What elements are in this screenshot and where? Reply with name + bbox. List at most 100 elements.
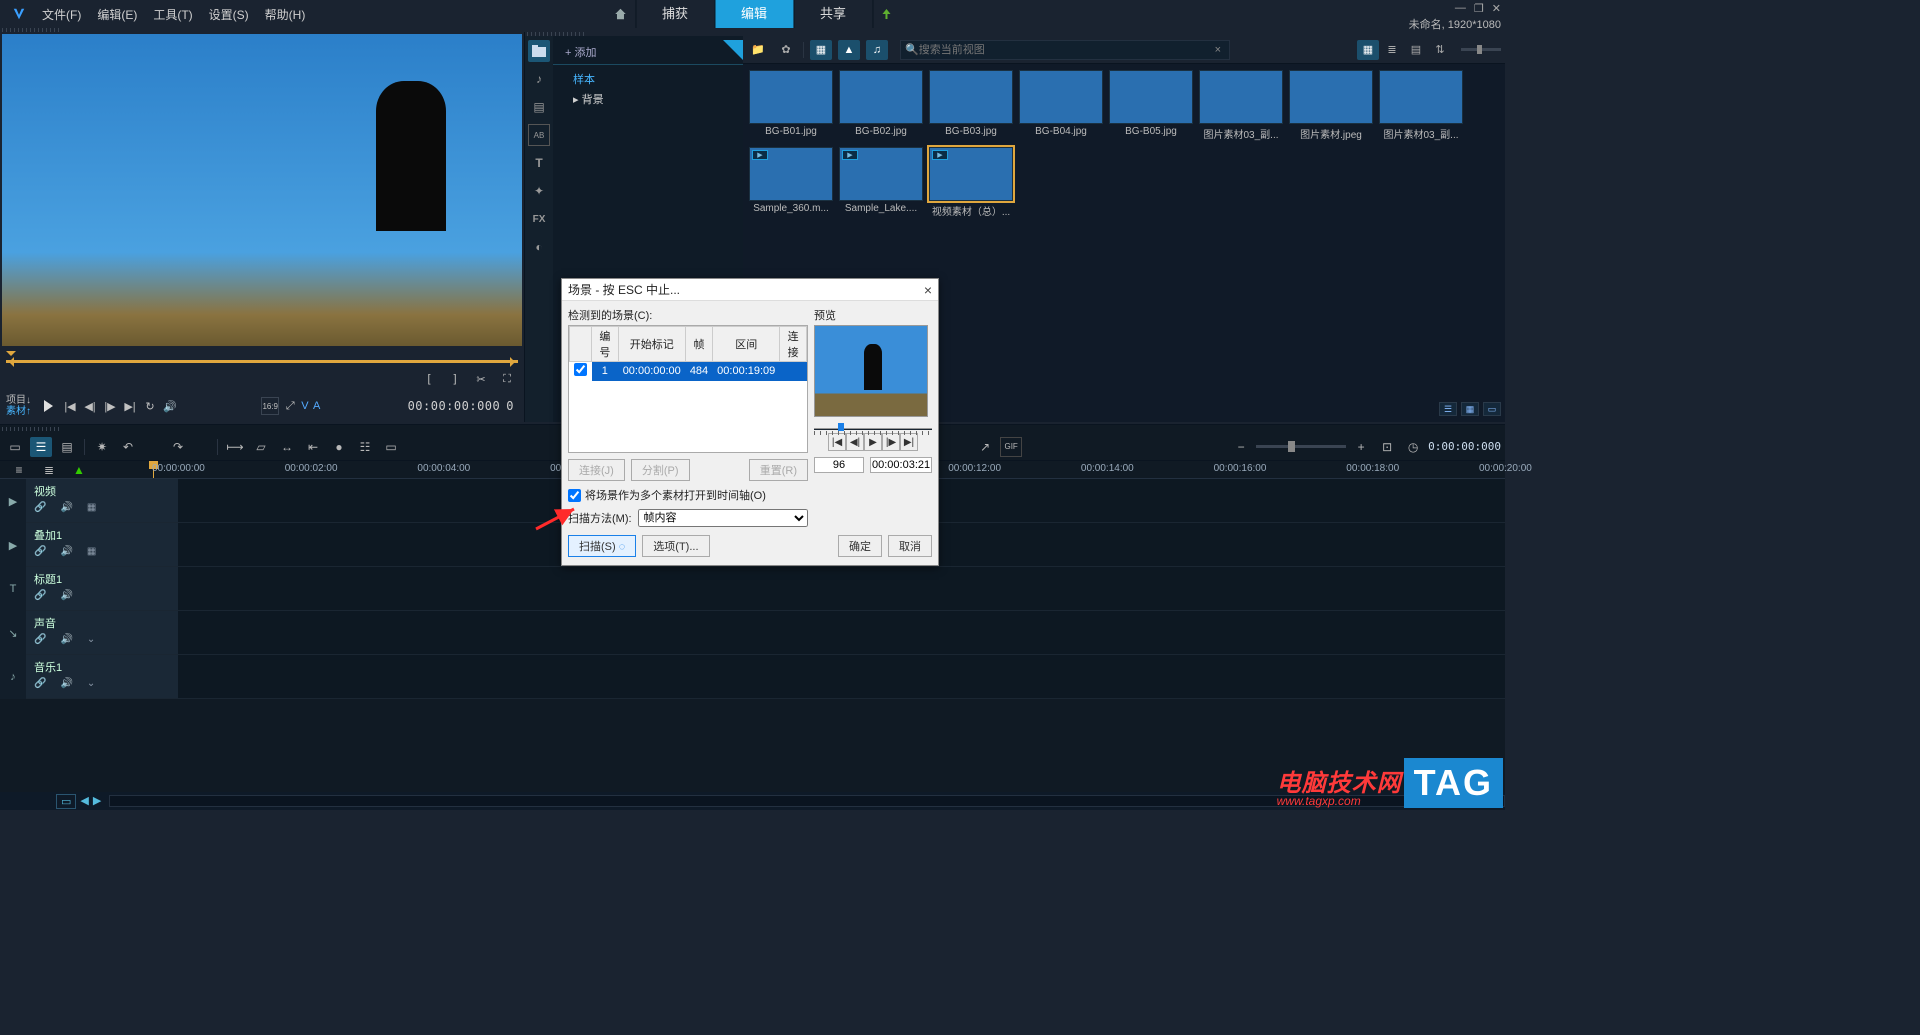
filter-audio-icon[interactable]: ♫ xyxy=(866,40,888,60)
thumbnail[interactable]: 图片素材03_副... xyxy=(1379,70,1463,141)
nav-box-icon[interactable]: ▭ xyxy=(56,794,76,809)
split-button[interactable]: 分割(P) xyxy=(631,459,690,481)
clear-search-icon[interactable]: × xyxy=(1211,44,1225,56)
share-tab[interactable]: 共享 xyxy=(793,0,872,28)
redo-icon[interactable]: ↷ xyxy=(167,437,189,457)
cut-icon[interactable]: ✂ xyxy=(472,370,490,388)
step-back-icon[interactable]: ◀| xyxy=(81,397,99,415)
menu-file[interactable]: 文件(F) xyxy=(34,6,89,23)
capture-tab[interactable]: 捕获 xyxy=(635,0,714,28)
tool-track-icon[interactable]: ↗ xyxy=(974,437,996,457)
search-input[interactable] xyxy=(919,44,1211,56)
home-icon[interactable] xyxy=(605,0,635,28)
go-start-icon[interactable]: |◀ xyxy=(61,397,79,415)
view-list-icon[interactable]: ≣ xyxy=(1381,40,1403,60)
tool-markin-icon[interactable]: ⟼ xyxy=(224,437,246,457)
menu-settings[interactable]: 设置(S) xyxy=(201,6,257,23)
tool-pan-icon[interactable]: ▭ xyxy=(380,437,402,457)
go-end-icon[interactable]: ▶| xyxy=(121,397,139,415)
sort-icon[interactable]: ⇅ xyxy=(1429,40,1451,60)
playhead-follow-icon[interactable]: ▲ xyxy=(68,460,90,480)
track-vol-icon[interactable]: 🔊 xyxy=(60,678,72,689)
panel-icon-b[interactable]: ▦ xyxy=(1461,402,1479,416)
fx-category-icon[interactable]: FX xyxy=(528,208,550,230)
scan-button[interactable]: 扫描(S) ◌ xyxy=(568,535,636,557)
tool-replace-icon[interactable]: ✷ xyxy=(91,437,113,457)
dialog-close-icon[interactable]: × xyxy=(924,282,932,298)
track-body[interactable] xyxy=(178,567,1505,610)
track-type-icon[interactable]: ▶ xyxy=(0,523,26,567)
view-thumb-icon[interactable]: ▦ xyxy=(1357,40,1379,60)
loop-icon[interactable]: ↻ xyxy=(141,397,159,415)
fit-timeline-icon[interactable]: ⊡ xyxy=(1376,437,1398,457)
fit-icon[interactable]: ⤢ xyxy=(281,397,299,415)
tree-sample[interactable]: 样本 xyxy=(553,69,743,89)
scene-row-checkbox[interactable] xyxy=(574,363,587,376)
timeline-timecode[interactable]: 0:00:00:000 xyxy=(1428,440,1501,453)
pv-next-icon[interactable]: |▶ xyxy=(882,433,900,451)
track-type-icon[interactable]: ♪ xyxy=(0,655,26,699)
open-as-clips-checkbox[interactable]: 将场景作为多个素材打开到时间轴(O) xyxy=(568,487,808,503)
add-folder-button[interactable]: + 添加 xyxy=(553,40,743,65)
connect-button[interactable]: 连接(J) xyxy=(568,459,625,481)
zoom-in-icon[interactable]: + xyxy=(1350,437,1372,457)
menu-edit[interactable]: 编辑(E) xyxy=(89,6,145,23)
track-vol-icon[interactable]: 🔊 xyxy=(60,634,72,645)
menu-tools[interactable]: 工具(T) xyxy=(145,6,200,23)
thumbnail[interactable]: BG-B05.jpg xyxy=(1109,70,1193,141)
text-category-icon[interactable]: T xyxy=(528,152,550,174)
zoom-slider[interactable] xyxy=(1256,445,1346,448)
nav-right-icon[interactable]: ▶ xyxy=(93,794,101,809)
scrubber[interactable] xyxy=(6,354,518,368)
preview-timecode[interactable]: 00:00:00:000 xyxy=(404,397,505,415)
track-header[interactable]: 声音🔗🔊⌄ xyxy=(26,611,178,654)
track-type-icon[interactable]: ▶ xyxy=(0,479,26,523)
dialog-scrubber[interactable] xyxy=(814,423,932,431)
scene-table[interactable]: 编号 开始标记 帧 区间 连接 1 00:00:00:00 484 00:00:… xyxy=(568,325,808,453)
thumbnail[interactable]: 图片素材.jpeg xyxy=(1289,70,1373,141)
track-vol-icon[interactable]: 🔊 xyxy=(60,502,72,513)
pv-start-icon[interactable]: |◀ xyxy=(828,433,846,451)
options-button[interactable]: 选项(T)... xyxy=(642,535,709,557)
gauge-category-icon[interactable]: ◐ xyxy=(528,236,550,258)
thumbnail[interactable]: ▶Sample_Lake.... xyxy=(839,147,923,218)
thumbnail[interactable]: BG-B04.jpg xyxy=(1019,70,1103,141)
audio-category-icon[interactable]: ♪ xyxy=(528,68,550,90)
track-chev-icon[interactable]: ⌄ xyxy=(87,634,95,645)
trackopt-b-icon[interactable]: ≣ xyxy=(38,460,60,480)
ok-button[interactable]: 确定 xyxy=(838,535,882,557)
track-grid-icon[interactable]: ▦ xyxy=(87,546,96,557)
view-grid-icon[interactable]: ▤ xyxy=(1405,40,1427,60)
track-vol-icon[interactable]: 🔊 xyxy=(60,590,72,601)
track-chev-icon[interactable]: ⌄ xyxy=(87,678,95,689)
search-field[interactable]: 🔍 × xyxy=(900,40,1230,60)
pv-prev-icon[interactable]: ◀| xyxy=(846,433,864,451)
thumb-size-slider[interactable] xyxy=(1461,48,1501,51)
track-link-icon[interactable]: 🔗 xyxy=(34,678,46,689)
tool-record-icon[interactable]: ● xyxy=(328,437,350,457)
menu-help[interactable]: 帮助(H) xyxy=(257,6,314,23)
pv-frame-field[interactable] xyxy=(814,457,864,473)
panel-icon-a[interactable]: ☰ xyxy=(1439,402,1457,416)
clock-icon[interactable]: ◷ xyxy=(1402,437,1424,457)
thumbnail[interactable]: BG-B03.jpg xyxy=(929,70,1013,141)
cancel-button[interactable]: 取消 xyxy=(888,535,932,557)
tool-stretch-icon[interactable]: ↔ xyxy=(276,437,298,457)
track-header[interactable]: 标题1🔗🔊 xyxy=(26,567,178,610)
pv-play-icon[interactable]: ▶ xyxy=(864,433,882,451)
track-link-icon[interactable]: 🔗 xyxy=(34,502,46,513)
track-vol-icon[interactable]: 🔊 xyxy=(60,546,72,557)
track-type-icon[interactable]: ↘ xyxy=(0,611,26,655)
edit-tab[interactable]: 编辑 xyxy=(714,0,793,28)
thumbnail[interactable]: BG-B02.jpg xyxy=(839,70,923,141)
track-body[interactable] xyxy=(178,611,1505,654)
media-category-icon[interactable] xyxy=(528,40,550,62)
filter-image-icon[interactable]: ▲ xyxy=(838,40,860,60)
mark-out-icon[interactable]: ] xyxy=(446,370,464,388)
filter-video-icon[interactable]: ▦ xyxy=(810,40,832,60)
thumbnail[interactable]: ▶Sample_360.m... xyxy=(749,147,833,218)
transition-category-icon[interactable]: ▤ xyxy=(528,96,550,118)
import-folder-icon[interactable]: 📁 xyxy=(747,40,769,60)
tool-crop-icon[interactable]: ▱ xyxy=(250,437,272,457)
maximize-icon[interactable]: ❐ xyxy=(1474,2,1484,15)
